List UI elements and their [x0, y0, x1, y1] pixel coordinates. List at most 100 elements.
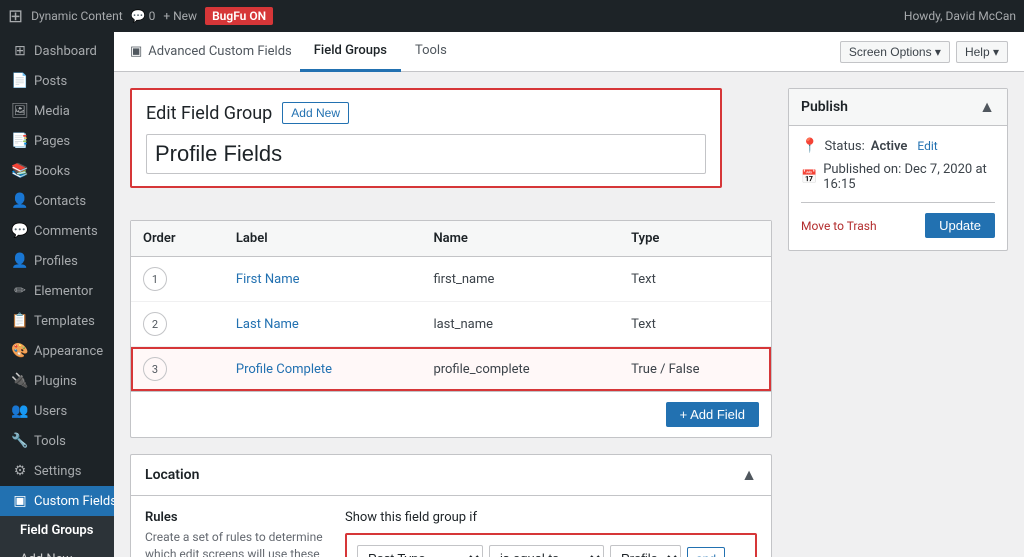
field-label-link[interactable]: Last Name — [236, 317, 299, 332]
status-edit-link[interactable]: Edit — [917, 139, 937, 153]
rule-condition1-select[interactable]: Post Type Page Template User Form Taxono… — [357, 545, 483, 557]
sidebar-item-label: Elementor — [34, 284, 93, 299]
rule-condition2-select[interactable]: is equal to is not equal to — [489, 545, 604, 557]
sidebar-item-label: Posts — [34, 74, 67, 89]
side-column: Publish ▲ 📍 Status: Active Edit 📅 Publis… — [788, 88, 1008, 251]
sidebar-item-label: Dashboard — [34, 44, 97, 59]
order-circle: 3 — [143, 357, 167, 381]
publish-body: 📍 Status: Active Edit 📅 Published on: De… — [789, 126, 1007, 250]
sidebar-item-elementor[interactable]: ✏ Elementor — [0, 276, 114, 306]
table-row-highlighted: 3 Profile Complete profile_complete True… — [131, 347, 771, 392]
adminbar-comments[interactable]: 💬 0 — [131, 9, 156, 23]
adminbar-user-greeting: Howdy, David McCan — [904, 9, 1016, 23]
status-value: Active — [871, 139, 908, 154]
appearance-icon: 🎨 — [12, 343, 28, 359]
field-label-link[interactable]: Profile Complete — [236, 362, 332, 377]
sidebar-item-media[interactable]: 🖼 Media — [0, 96, 114, 126]
order-circle: 1 — [143, 267, 167, 291]
sidebar-item-comments[interactable]: 💬 Comments — [0, 216, 114, 246]
add-field-button[interactable]: + Add Field — [666, 402, 759, 427]
sidebar: ⊞ Dashboard 📄 Posts 🖼 Media 📑 Pages 📚 Bo… — [0, 32, 114, 557]
field-order: 3 — [131, 347, 224, 392]
update-button[interactable]: Update — [925, 213, 995, 238]
rules-right: Show this field group if Post Type Page … — [345, 510, 757, 557]
order-circle: 2 — [143, 312, 167, 336]
screen-options-area: Screen Options ▾ Help ▾ — [840, 41, 1008, 63]
submenu-add-new[interactable]: Add New — [0, 545, 114, 557]
sidebar-item-profiles[interactable]: 👤 Profiles — [0, 246, 114, 276]
field-label-link[interactable]: First Name — [236, 272, 300, 287]
calendar-icon: 📅 — [801, 170, 817, 185]
location-metabox: Location ▲ Rules Create a set of rules t… — [130, 454, 772, 557]
tab-tools[interactable]: Tools — [401, 32, 461, 72]
templates-icon: 📋 — [12, 313, 28, 329]
sidebar-item-tools[interactable]: 🔧 Tools — [0, 426, 114, 456]
publish-header[interactable]: Publish ▲ — [789, 89, 1007, 126]
adminbar-site[interactable]: Dynamic Content — [31, 9, 123, 23]
nav-tabs: Field Groups Tools — [300, 32, 461, 72]
sidebar-item-posts[interactable]: 📄 Posts — [0, 66, 114, 96]
admin-bar: ⊞ Dynamic Content 💬 0 + New BugFu ON How… — [0, 0, 1024, 32]
submenu-field-groups[interactable]: Field Groups — [0, 516, 114, 545]
plugin-title: ▣ Advanced Custom Fields — [130, 44, 292, 59]
tools-icon: 🔧 — [12, 433, 28, 449]
rule-condition3-select[interactable]: Profile Post Page User — [610, 545, 681, 557]
site-name: Dynamic Content — [31, 9, 123, 23]
sidebar-item-label: Appearance — [34, 344, 103, 359]
field-label: Profile Complete — [224, 347, 422, 392]
field-label: First Name — [224, 257, 422, 302]
sidebar-item-label: Media — [34, 104, 70, 119]
move-to-trash-link[interactable]: Move to Trash — [801, 219, 877, 233]
add-new-button[interactable]: Add New — [282, 102, 349, 124]
screen-options-button[interactable]: Screen Options ▾ — [840, 41, 950, 63]
fields-table: Order Label Name Type 1 First Name first… — [131, 221, 771, 391]
field-name: profile_complete — [421, 347, 619, 392]
publish-toggle-icon: ▲ — [979, 97, 995, 117]
sidebar-item-templates[interactable]: 📋 Templates — [0, 306, 114, 336]
publish-status: 📍 Status: Active Edit — [801, 138, 995, 154]
sidebar-item-contacts[interactable]: 👤 Contacts — [0, 186, 114, 216]
sidebar-item-users[interactable]: 👥 Users — [0, 396, 114, 426]
submenu-label: Field Groups — [20, 523, 93, 538]
tab-field-groups[interactable]: Field Groups — [300, 32, 401, 72]
edit-field-group-header: Edit Field Group Add New — [146, 102, 706, 124]
field-name: last_name — [421, 302, 619, 347]
sidebar-item-settings[interactable]: ⚙ Settings — [0, 456, 114, 486]
field-type: True / False — [619, 347, 771, 392]
published-label: Published on: Dec 7, 2020 at 16:15 — [823, 162, 995, 192]
settings-icon: ⚙ — [12, 463, 28, 479]
location-metabox-header[interactable]: Location ▲ — [131, 455, 771, 496]
status-label: Status: — [824, 139, 864, 154]
help-button[interactable]: Help ▾ — [956, 41, 1008, 63]
profiles-icon: 👤 — [12, 253, 28, 269]
sidebar-item-label: Tools — [34, 434, 66, 449]
show-if-label: Show this field group if — [345, 510, 757, 525]
and-button[interactable]: and — [687, 547, 725, 557]
sidebar-item-label: Custom Fields — [34, 494, 114, 509]
status-icon: 📍 — [801, 138, 818, 154]
col-name: Name — [421, 221, 619, 257]
field-name: first_name — [421, 257, 619, 302]
location-toggle-icon: ▲ — [741, 465, 757, 485]
edit-field-group-title: Edit Field Group — [146, 103, 272, 124]
edit-field-group-section: Edit Field Group Add New — [130, 88, 772, 204]
custom-fields-icon: ▣ — [12, 493, 28, 509]
rules-row-box: Post Type Page Template User Form Taxono… — [345, 533, 757, 557]
sidebar-item-label: Plugins — [34, 374, 77, 389]
sidebar-item-plugins[interactable]: 🔌 Plugins — [0, 366, 114, 396]
posts-icon: 📄 — [12, 73, 28, 89]
edit-field-group-box: Edit Field Group Add New — [130, 88, 722, 188]
table-row: 1 First Name first_name Text — [131, 257, 771, 302]
sidebar-item-appearance[interactable]: 🎨 Appearance — [0, 336, 114, 366]
sidebar-item-pages[interactable]: 📑 Pages — [0, 126, 114, 156]
plugin-icon: ▣ — [130, 44, 142, 59]
field-group-name-input[interactable] — [146, 134, 706, 174]
adminbar-new[interactable]: + New — [163, 9, 197, 23]
rules-row: Post Type Page Template User Form Taxono… — [357, 545, 745, 557]
sidebar-item-label: Profiles — [34, 254, 78, 269]
sidebar-item-dashboard[interactable]: ⊞ Dashboard — [0, 36, 114, 66]
sidebar-item-custom-fields[interactable]: ▣ Custom Fields — [0, 486, 114, 516]
sidebar-item-books[interactable]: 📚 Books — [0, 156, 114, 186]
col-order: Order — [131, 221, 224, 257]
adminbar-bugfu[interactable]: BugFu ON — [205, 7, 273, 25]
